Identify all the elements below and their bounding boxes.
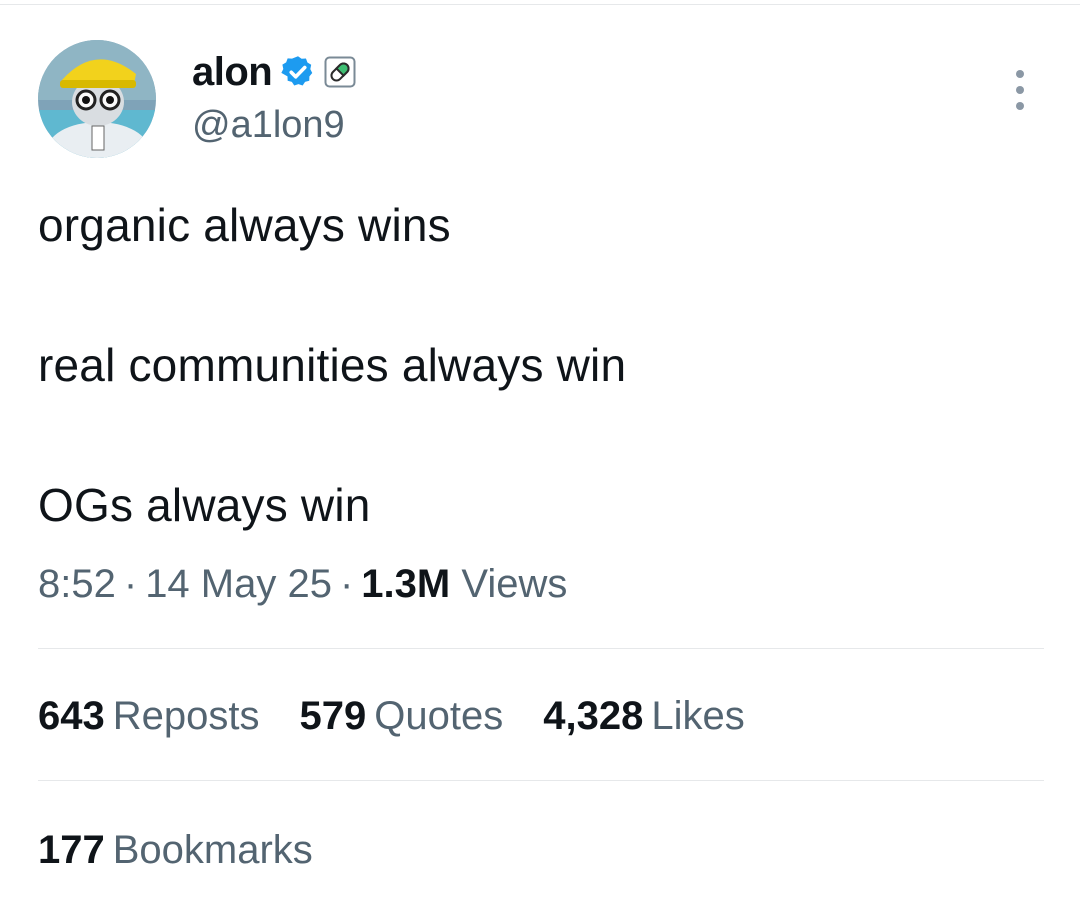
divider [38,648,1044,649]
likes-label: Likes [651,694,745,738]
top-divider [0,4,1080,5]
bookmarks-count: 177 [38,828,105,872]
reposts-stat[interactable]: 643 Reposts [38,694,260,739]
pill-badge-icon[interactable] [324,56,356,88]
reposts-count: 643 [38,694,105,738]
author-name-row: alon [192,50,356,94]
tweet-header: alon @a1lon9 [38,40,1048,160]
views-count[interactable]: 1.3M [361,562,450,606]
quotes-label: Quotes [374,694,504,738]
reposts-label: Reposts [112,694,260,738]
tweet-date[interactable]: 14 May 25 [145,562,332,606]
tweet-text-line: real communities always win [38,339,627,391]
avatar[interactable] [38,40,156,158]
author-display-name[interactable]: alon [192,50,273,95]
divider [38,780,1044,781]
verified-badge-icon [280,54,316,90]
more-options-icon[interactable] [1008,70,1032,110]
more-dot [1016,102,1024,110]
quotes-count: 579 [299,694,367,738]
tweet-meta: 8:52 · 14 May 25 · 1.3M Views [38,562,567,607]
tweet-text-line: organic always wins [38,199,451,251]
more-dot [1016,86,1024,94]
bookmarks-label: Bookmarks [112,828,313,872]
more-dot [1016,70,1024,78]
author-handle[interactable]: @a1lon9 [192,104,345,147]
bookmarks-stat[interactable]: 177 Bookmarks [38,828,313,873]
avatar-image [38,40,156,158]
meta-separator: · [339,562,354,606]
tweet-text-line: OGs always win [38,479,371,531]
quotes-stat[interactable]: 579 Quotes [300,694,504,739]
views-label: Views [461,562,568,606]
likes-count: 4,328 [543,694,644,738]
tweet-time[interactable]: 8:52 [38,562,116,606]
engagement-stats: 643 Reposts 579 Quotes 4,328 Likes [38,694,785,739]
likes-stat[interactable]: 4,328 Likes [543,694,745,739]
meta-separator: · [123,562,138,606]
